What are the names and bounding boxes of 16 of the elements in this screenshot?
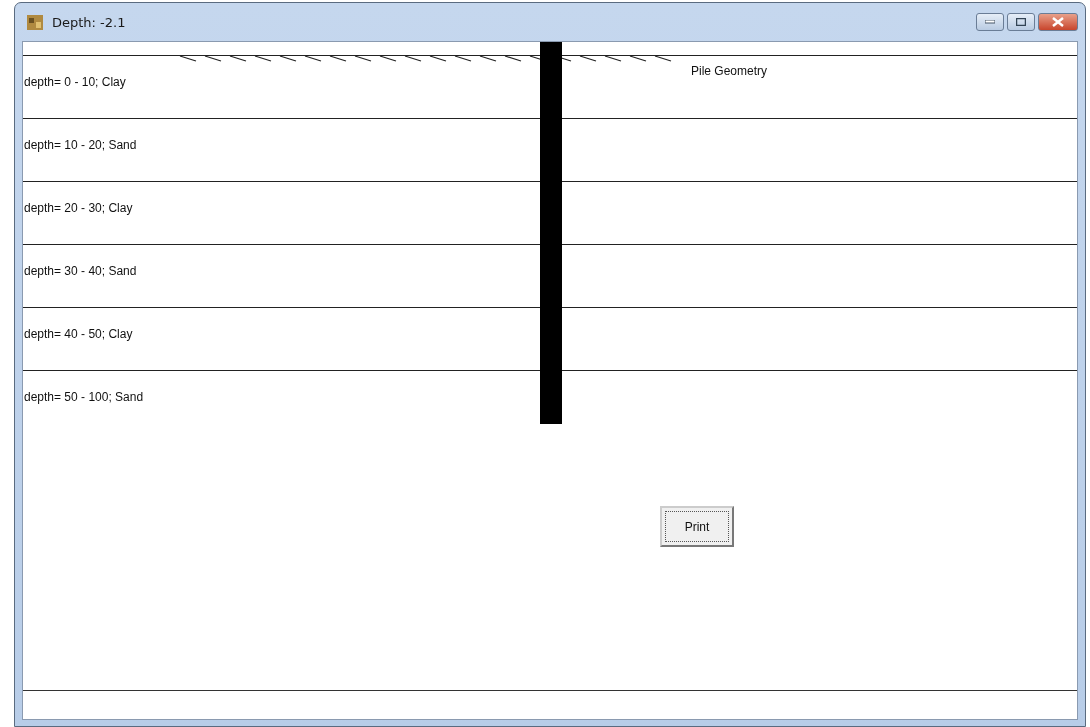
maximize-button[interactable] [1007, 13, 1035, 31]
window-title: Depth: -2.1 [52, 14, 126, 30]
soil-layer-label: depth= 40 - 50; Clay [23, 327, 133, 341]
app-icon [26, 13, 44, 31]
soil-layer-label: depth= 10 - 20; Sand [23, 138, 137, 152]
minimize-icon [985, 20, 995, 24]
minimize-button[interactable] [976, 13, 1004, 31]
soil-layer-label: depth= 50 - 100; Sand [23, 390, 144, 404]
pile-geometry-caption: Pile Geometry [691, 64, 768, 78]
close-button[interactable] [1038, 13, 1078, 31]
close-icon [1052, 17, 1064, 27]
soil-layer-label: depth= 20 - 30; Clay [23, 201, 133, 215]
print-button[interactable]: Print [660, 506, 734, 547]
maximize-icon [1016, 18, 1026, 26]
soil-layer-label: depth= 0 - 10; Clay [23, 75, 126, 89]
soil-layer-label: depth= 30 - 40; Sand [23, 264, 137, 278]
